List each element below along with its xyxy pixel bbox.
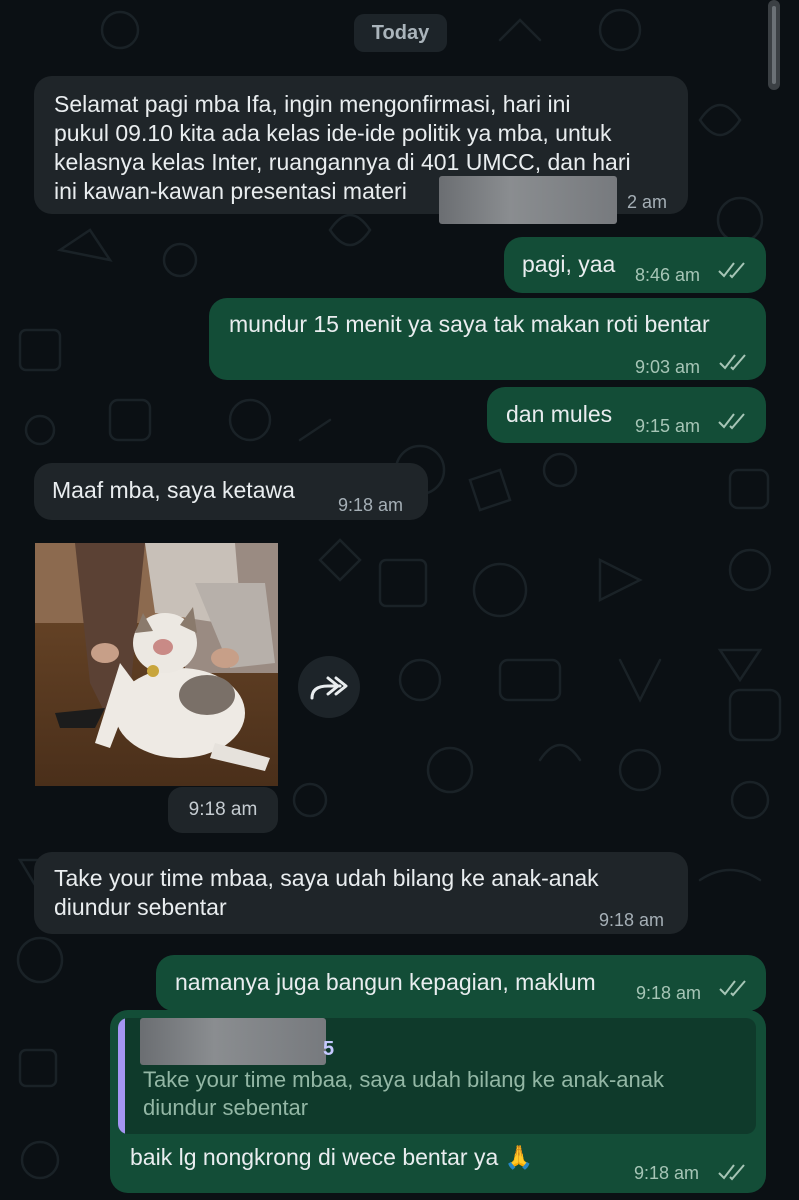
scrollbar[interactable]	[768, 0, 780, 90]
double-check-icon	[718, 1164, 745, 1181]
message-time: 8:46 am	[635, 265, 701, 285]
message-time: 9:18 am	[634, 1163, 700, 1183]
forward-icon	[310, 676, 348, 700]
image-message[interactable]	[35, 543, 278, 786]
message-text: Take your time mbaa, saya udah bilang ke…	[54, 864, 674, 922]
message-text: Maaf mba, saya ketawa	[52, 477, 295, 503]
double-check-icon	[718, 413, 745, 430]
forward-button[interactable]	[298, 656, 360, 718]
quoted-line: Take your time mbaa, saya udah bilang ke…	[143, 1067, 664, 1092]
message-time: 9:18 am	[338, 495, 404, 515]
message-time: 9:18 am	[636, 983, 702, 1003]
quoted-line: diundur sebentar	[143, 1095, 309, 1120]
double-check-icon	[719, 980, 746, 997]
message-line: kelasnya kelas Inter, ruangannya di 401 …	[54, 149, 631, 175]
scrollbar-thumb[interactable]	[772, 6, 776, 84]
redacted-sender-name	[140, 1018, 326, 1065]
double-check-icon	[718, 262, 745, 279]
message-text: namanya juga bangun kepagian, maklum	[175, 969, 596, 995]
message-line: Selamat pagi mba Ifa, ingin mengonfirmas…	[54, 91, 571, 117]
message-time: 9:03 am	[635, 357, 701, 377]
message-outgoing[interactable]: mundur 15 menit ya saya tak makan roti b…	[209, 298, 766, 380]
message-incoming[interactable]: Maaf mba, saya ketawa 9:18 am	[34, 463, 428, 520]
image-time: 9:18 am	[168, 787, 278, 833]
message-incoming[interactable]: Take your time mbaa, saya udah bilang ke…	[34, 852, 688, 934]
cat-photo[interactable]	[35, 543, 278, 786]
message-text: pagi, yaa	[522, 251, 616, 277]
message-text: dan mules	[506, 401, 613, 427]
message-text: baik lg nongkrong di wece bentar ya 🙏	[130, 1144, 534, 1170]
message-line: pukul 09.10 kita ada kelas ide-ide polit…	[54, 120, 612, 146]
double-check-icon	[719, 354, 746, 371]
message-time: 9:15 am	[635, 416, 701, 436]
message-outgoing[interactable]: dan mules 9:15 am	[487, 387, 766, 443]
message-time: 2 am	[627, 192, 668, 212]
quoted-sender-name: 5	[323, 1038, 335, 1060]
redacted-area	[439, 176, 617, 224]
date-divider: Today	[354, 14, 447, 52]
quote-bar	[118, 1018, 125, 1134]
message-text: mundur 15 menit ya saya tak makan roti b…	[229, 311, 710, 337]
message-outgoing[interactable]: namanya juga bangun kepagian, maklum 9:1…	[156, 955, 766, 1011]
quoted-message[interactable]: 5 Take your time mbaa, saya udah bilang …	[118, 1018, 756, 1134]
message-outgoing[interactable]: pagi, yaa 8:46 am	[504, 237, 766, 293]
message-line: Take your time mbaa, saya udah bilang ke…	[54, 865, 599, 891]
message-time: 9:18 am	[599, 910, 665, 930]
message-line: diundur sebentar	[54, 894, 227, 920]
quoted-text: Take your time mbaa, saya udah bilang ke…	[143, 1066, 743, 1122]
message-incoming[interactable]: Selamat pagi mba Ifa, ingin mengonfirmas…	[34, 76, 688, 224]
